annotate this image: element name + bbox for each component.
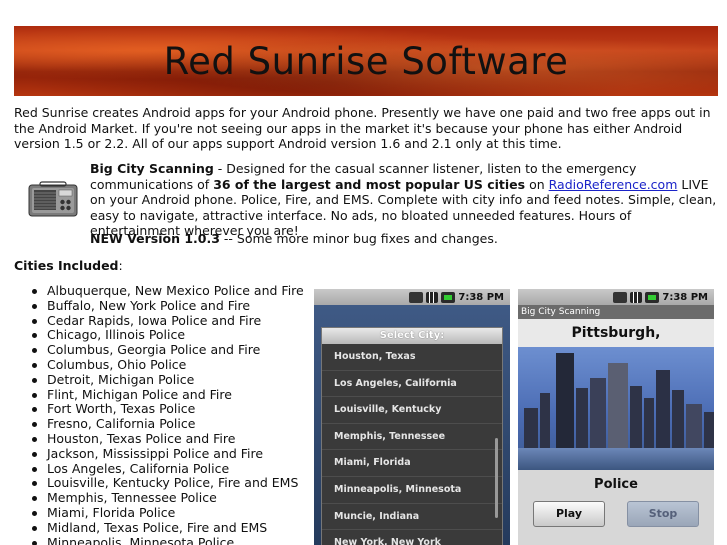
river	[518, 448, 714, 470]
list-item: Columbus, Georgia Police and Fire	[30, 342, 304, 358]
list-item: New York, New York	[322, 530, 502, 545]
scrollbar	[495, 438, 498, 518]
status-bar: 7:38 PM	[314, 289, 510, 305]
list-item: Houston, Texas Police and Fire	[30, 431, 304, 447]
app-desc-highlight: 36 of the largest and most popular US ci…	[213, 176, 526, 192]
radioreference-link[interactable]: RadioReference.com	[549, 177, 678, 192]
header-banner: Red Sunrise Software	[14, 26, 718, 96]
list-item: Louisville, Kentucky Police, Fire and EM…	[30, 476, 304, 491]
list-item: Los Angeles, California Police	[30, 461, 304, 477]
battery-icon	[645, 291, 660, 303]
list-item: Minneapolis, Minnesota Police	[30, 535, 304, 545]
select-city-dialog: Select City: Houston, Texas Los Angeles,…	[321, 327, 503, 545]
list-item: Muncie, Indiana	[322, 504, 502, 531]
battery-icon	[441, 291, 456, 303]
version-text: -- Some more minor bug fixes and changes…	[219, 231, 498, 246]
app-name: Big City Scanning	[90, 161, 214, 176]
player-controls: Play Stop	[518, 501, 714, 527]
play-button[interactable]: Play	[533, 501, 605, 527]
stop-button[interactable]: Stop	[627, 501, 699, 527]
list-item: Jackson, Mississippi Police and Fire	[30, 446, 304, 462]
status-time: 7:38 PM	[662, 291, 708, 303]
cities-heading-colon: :	[118, 258, 123, 273]
version-note: NEW Version 1.0.3 -- Some more minor bug…	[90, 231, 498, 247]
radio-icon	[28, 181, 78, 217]
phone-screenshot-city-select: 7:38 PM Select City: Houston, Texas Los …	[314, 289, 510, 545]
list-item: Miami, Florida	[322, 450, 502, 477]
city-skyline-image	[518, 347, 714, 470]
list-item: Cedar Rapids, Iowa Police and Fire	[30, 313, 304, 329]
cities-heading: Cities Included:	[14, 258, 123, 273]
list-item: Memphis, Tennessee	[322, 424, 502, 451]
status-time: 7:38 PM	[458, 291, 504, 303]
list-item: Miami, Florida Police	[30, 505, 304, 521]
list-item: Chicago, Illinois Police	[30, 328, 304, 343]
dialog-city-list: Houston, Texas Los Angeles, California L…	[322, 344, 502, 545]
version-label: NEW Version 1.0.3	[90, 231, 220, 246]
list-item: Louisville, Kentucky	[322, 397, 502, 424]
dialog-title: Select City:	[322, 328, 502, 344]
list-item: Houston, Texas	[322, 344, 502, 371]
3g-icon	[613, 291, 628, 303]
list-item: Fresno, California Police	[30, 416, 304, 432]
app-title-bar: Big City Scanning	[518, 305, 714, 319]
list-item: Albuquerque, New Mexico Police and Fire	[30, 283, 304, 299]
app-screen: Big City Scanning Pittsburgh, Pennsylvan…	[518, 305, 714, 545]
city-list: Albuquerque, New Mexico Police and Fire …	[30, 283, 304, 545]
list-item: Flint, Michigan Police and Fire	[30, 387, 304, 403]
list-item: Midland, Texas Police, Fire and EMS	[30, 520, 304, 536]
app-description: Big City Scanning - Designed for the cas…	[90, 161, 718, 239]
list-item: Detroit, Michigan Police	[30, 372, 304, 388]
list-item: Los Angeles, California	[322, 371, 502, 398]
app-desc-part2: on	[525, 176, 549, 192]
feed-label: Police	[594, 477, 638, 492]
city-title: Pittsburgh, Pennsylvania	[518, 319, 714, 369]
list-item: Memphis, Tennessee Police	[30, 490, 304, 506]
phone-screenshot-player: 7:38 PM Big City Scanning Pittsburgh, Pe…	[518, 289, 714, 545]
3g-icon	[409, 291, 424, 303]
list-item: Buffalo, New York Police and Fire	[30, 298, 304, 314]
status-bar: 7:38 PM	[518, 289, 714, 305]
list-item: Columbus, Ohio Police	[30, 357, 304, 373]
cities-heading-label: Cities Included	[14, 258, 119, 273]
app-screen: Select City: Houston, Texas Los Angeles,…	[314, 305, 510, 545]
list-item: Fort Worth, Texas Police	[30, 402, 304, 417]
signal-icon	[426, 291, 439, 303]
list-item: Minneapolis, Minnesota	[322, 477, 502, 504]
signal-icon	[630, 291, 643, 303]
site-title: Red Sunrise Software	[163, 40, 569, 83]
intro-paragraph: Red Sunrise creates Android apps for you…	[14, 105, 711, 151]
